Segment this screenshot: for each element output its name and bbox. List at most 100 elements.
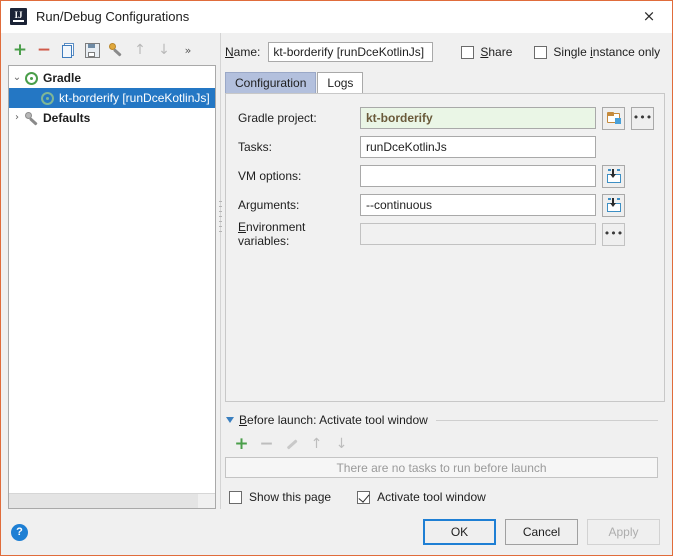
ellipsis-icon: ••• [632, 111, 653, 124]
form-row-tasks: Tasks: [238, 136, 654, 158]
configurations-tree[interactable]: ⌄ Gradle kt-borderify [runDceKotlinJs] › [8, 65, 216, 509]
apply-button[interactable]: Apply [587, 519, 660, 545]
pane-splitter[interactable] [216, 33, 225, 509]
tasks-label: Tasks: [238, 140, 273, 154]
show-this-page-checkbox[interactable] [229, 490, 242, 504]
activate-tool-window-checkbox[interactable] [357, 490, 371, 504]
vm-options-expand-button[interactable] [602, 164, 625, 188]
form-row-gradle-project: Gradle project: ••• [238, 106, 654, 130]
tab-logs[interactable]: Logs [317, 72, 364, 93]
edit-task-button[interactable] [279, 434, 304, 454]
window-title: Run/Debug Configurations [36, 9, 190, 24]
tree-node-label: kt-borderify [runDceKotlinJs] [59, 91, 210, 105]
title-bar: IJ Run/Debug Configurations × [1, 1, 672, 33]
show-this-page-label: Show this page [249, 490, 332, 504]
configurations-toolbar: + − ↑ ↓ » [8, 39, 216, 61]
arrow-down-icon: ↓ [335, 436, 348, 452]
tab-configuration[interactable]: Configuration [225, 72, 317, 93]
before-launch-section: Before launch: Activate tool window + − [225, 402, 665, 509]
single-instance-checkbox[interactable] [534, 45, 548, 59]
move-down-button[interactable]: ↓ [152, 40, 176, 60]
vm-options-label: VM options: [238, 169, 302, 183]
gradle-project-more-button[interactable]: ••• [631, 106, 654, 130]
arrow-down-icon: ↓ [158, 42, 170, 58]
before-launch-options: Show this page Activate tool window [225, 485, 658, 509]
pencil-icon [285, 438, 298, 451]
run-debug-configurations-dialog: IJ Run/Debug Configurations × + − ↑ ↓ » … [0, 0, 673, 556]
arrow-up-icon: ↑ [134, 42, 146, 58]
copy-configuration-button[interactable] [56, 40, 80, 60]
configurations-pane: + − ↑ ↓ » ⌄ Gradle kt-borderify [runDceK… [1, 33, 216, 509]
form-row-environment-variables: Environment variables: ••• [238, 220, 654, 248]
share-checkbox-row[interactable]: Share [461, 45, 512, 59]
intellij-idea-icon: IJ [10, 8, 27, 25]
gradle-icon [25, 71, 38, 85]
name-input[interactable] [268, 42, 434, 62]
tree-node-label: Gradle [43, 71, 82, 85]
single-instance-checkbox-row[interactable]: Single instance only [534, 45, 660, 59]
editor-tabs: Configuration Logs [225, 70, 665, 93]
add-configuration-button[interactable]: + [8, 40, 32, 60]
arguments-input[interactable] [360, 194, 596, 216]
form-row-vm-options: VM options: [238, 164, 654, 188]
gradle-project-input[interactable] [360, 107, 596, 129]
environment-variables-more-button[interactable]: ••• [602, 222, 625, 246]
add-task-button[interactable]: + [229, 434, 254, 454]
dialog-footer: ? OK Cancel Apply [1, 509, 672, 555]
save-icon [84, 42, 100, 58]
arguments-label: Arguments: [238, 198, 300, 212]
before-launch-task-list[interactable]: There are no tasks to run before launch [225, 457, 658, 478]
close-icon[interactable]: × [626, 1, 672, 31]
help-icon[interactable]: ? [11, 523, 28, 541]
tree-horizontal-scrollbar[interactable] [9, 493, 215, 508]
share-checkbox[interactable] [461, 45, 475, 59]
task-move-down-button[interactable]: ↓ [329, 434, 354, 454]
edit-defaults-button[interactable] [104, 40, 128, 60]
dialog-body: + − ↑ ↓ » ⌄ Gradle kt-borderify [runDceK… [1, 33, 672, 555]
cancel-button[interactable]: Cancel [505, 519, 578, 545]
chevron-down-icon[interactable]: ⌄ [9, 73, 25, 83]
scrollbar-thumb[interactable] [9, 494, 198, 508]
toolbar-overflow-button[interactable]: » [176, 40, 200, 60]
environment-variables-input[interactable] [360, 223, 596, 245]
minus-icon: − [36, 39, 52, 60]
tree-node-gradle[interactable]: ⌄ Gradle [9, 68, 215, 88]
gradle-project-browse-button[interactable] [602, 106, 625, 130]
wrench-icon [25, 111, 39, 126]
splitter-handle[interactable] [219, 201, 222, 235]
single-instance-label: Single instance only [553, 45, 661, 59]
before-launch-title: Before launch: Activate tool window [239, 413, 428, 427]
gradle-icon [41, 91, 54, 105]
expand-icon [606, 169, 621, 183]
chevron-right-icon[interactable]: › [9, 113, 25, 123]
name-label: Name: [225, 45, 261, 59]
remove-task-button[interactable]: − [254, 434, 279, 454]
move-up-button[interactable]: ↑ [128, 40, 152, 60]
before-launch-toolbar: + − ↑ ↓ [225, 433, 658, 455]
arguments-expand-button[interactable] [602, 193, 625, 217]
plus-icon: + [234, 433, 249, 454]
expand-icon [606, 198, 621, 212]
configuration-tab-panel: Gradle project: ••• Tasks: [225, 93, 665, 402]
ok-button[interactable]: OK [423, 519, 496, 545]
wrench-icon [109, 43, 123, 57]
before-launch-header[interactable]: Before launch: Activate tool window [225, 411, 658, 429]
ellipsis-icon: ••• [603, 227, 624, 240]
copy-icon [62, 43, 74, 58]
tree-node-label: Defaults [43, 111, 91, 125]
task-move-up-button[interactable]: ↑ [304, 434, 329, 454]
environment-variables-label: Environment variables: [238, 220, 306, 248]
vm-options-input[interactable] [360, 165, 596, 187]
activate-tool-window-label: Activate tool window [377, 490, 486, 504]
remove-configuration-button[interactable]: − [32, 40, 56, 60]
triangle-down-icon[interactable] [226, 417, 234, 423]
section-divider [435, 419, 658, 421]
arrow-up-icon: ↑ [310, 436, 323, 452]
share-label: Share [480, 45, 513, 59]
save-configuration-button[interactable] [80, 40, 104, 60]
tree-node-kt-borderify[interactable]: kt-borderify [runDceKotlinJs] [9, 88, 215, 108]
tree-node-defaults[interactable]: › Defaults [9, 108, 215, 128]
chevron-double-right-icon: » [184, 43, 192, 57]
tasks-input[interactable] [360, 136, 596, 158]
name-row: Name: Share Single instance only [225, 39, 665, 65]
